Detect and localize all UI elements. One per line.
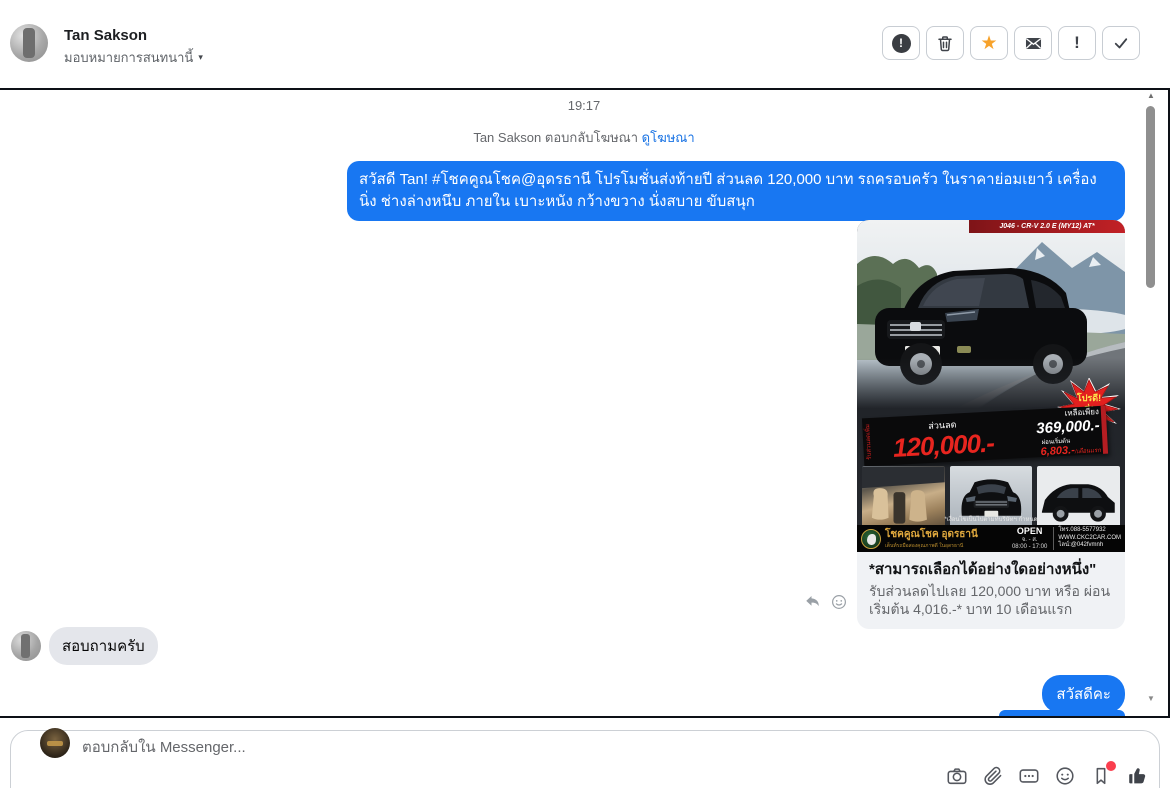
mark-spam-button[interactable]: ! [1058,26,1096,60]
customer-avatar[interactable] [11,631,41,661]
assign-conversation-dropdown[interactable]: มอบหมายการสนทนานี้ ▾ [64,47,203,68]
composer-toolbar [946,761,1148,787]
contact-name: Tan Sakson [64,27,148,44]
open-days: จ. - ส. [1021,536,1038,543]
remaining-block: เหลือเพียง 369,000.- ผ่อนเริ่มต้น 6,803.… [1010,406,1103,459]
open-label: OPEN [1016,526,1043,537]
message-thread: 19:17 Tan Sakson ตอบกลับโฆษณา ดูโฆษณา สว… [0,88,1170,718]
camera-icon[interactable] [946,765,968,787]
scroll-down-arrow-icon[interactable]: ▼ [1144,694,1158,703]
ad-model-tag: J046 - CR-V 2.0 E (MY12) AT* [969,220,1125,233]
star-icon: ★ [980,32,998,54]
ad-footer-bar: โชคคูณโชค อุดรธานี เต็นท์รถมือสองคุณภาพด… [857,525,1125,552]
reply-composer: ตอบกลับใน Messenger... [0,718,1170,788]
contact-avatar[interactable] [10,24,48,62]
ad-caption: *สามารถเลือกได้อย่างใดอย่างหนึ่ง" รับส่ว… [857,552,1125,630]
message-input-placeholder: ตอบกลับใน Messenger... [82,739,246,756]
report-button[interactable]: ! [882,26,920,60]
page-avatar [40,728,70,758]
contact-phone: โทร.088-5577932 [1058,526,1106,533]
dealer-contact: โทร.088-5577932 WWW.CKC2CAR.COM ไลน์:@04… [1053,526,1121,551]
gif-sticker-icon[interactable] [1018,765,1040,787]
dealer-info: โชคคูณโชค อุดรธานี เต็นท์รถมือสองคุณภาพด… [885,527,1008,550]
trash-icon [938,36,952,52]
ad-attachment-card[interactable]: J046 - CR-V 2.0 E (MY12) AT* โปรดี! ส่ง … [857,220,1125,630]
installment-suffix: /เดือนแรก [1074,448,1102,456]
open-hours: 08:00 - 17:00 [1011,543,1048,550]
burst-line1: โปรดี! [1076,392,1101,403]
timestamp: 19:17 [567,98,601,113]
conversation-header: Tan Sakson มอบหมายการสนทนานี้ ▾ ! ★ ! [0,0,1170,88]
emoji-icon[interactable] [1054,765,1076,787]
saved-replies-button[interactable] [1090,761,1116,787]
ad-caption-body: รับส่วนลดไปเลย 120,000 บาท หรือ ผ่อนเริ่… [869,582,1111,617]
like-icon[interactable] [1126,765,1148,787]
opening-hours: OPEN จ. - ส. 08:00 - 17:00 [1012,526,1049,550]
ad-image: J046 - CR-V 2.0 E (MY12) AT* โปรดี! ส่ง … [857,220,1125,552]
notification-dot [1106,761,1116,771]
mark-unread-button[interactable] [1014,26,1052,60]
emoji-react-icon[interactable] [830,593,848,611]
dealer-logo-icon [861,528,881,549]
delete-button[interactable] [926,26,964,60]
dealer-tagline: เต็นท์รถมือสองคุณภาพดี ในอุดรธานี [885,543,964,549]
star-button[interactable]: ★ [970,26,1008,60]
exclamation-icon: ! [1074,33,1080,52]
ad-reply-context: Tan Sakson ตอบกลับโฆษณา ดูโฆษณา [0,127,1168,148]
chevron-down-icon: ▾ [198,52,203,62]
conversation-actions-toolbar: ! ★ ! [882,26,1140,60]
customer-message-bubble[interactable]: สอบถามครับ [49,627,158,665]
check-icon [1114,38,1128,49]
ad-caption-title: *สามารถเลือกได้อย่างใดอย่างหนึ่ง" [869,561,1097,578]
messenger-inbox-window: Tan Sakson มอบหมายการสนทนานี้ ▾ ! ★ ! 19… [0,0,1170,788]
envelope-icon [1025,37,1041,49]
customer-message-row: สอบถามครับ [11,627,158,665]
scroll-up-arrow-icon[interactable]: ▲ [1144,91,1158,100]
agent-reply-bubble[interactable]: สวัสดีคะ [1042,675,1125,713]
ad-reply-text: Tan Sakson ตอบกลับโฆษณา [473,130,642,145]
attachment-icon[interactable] [982,765,1004,787]
ad-disclaimer: *เงื่อนไขเป็นไปตามที่บริษัทฯ กำหนด [944,517,1038,523]
discount-block: ส่วนลด 120,000.- [874,411,1012,466]
reply-icon[interactable] [804,593,822,611]
discount-value: 120,000.- [892,427,995,463]
assign-conversation-label: มอบหมายการสนทนานี้ [64,50,194,65]
contact-line: ไลน์:@042fvmnh [1058,542,1104,549]
chat-scrollbar: ▲ ▼ [1144,90,1158,716]
promo-message-bubble[interactable]: สวัสดี Tan! #โชคคูณโชค@อุดรธานี โปรโมชั่… [347,161,1125,221]
partial-message-bubble[interactable] [999,710,1125,716]
scrollbar-thumb[interactable] [1146,106,1155,288]
dealer-name: โชคคูณโชค อุดรธานี [885,529,978,540]
report-icon: ! [891,33,911,53]
view-ad-link[interactable]: ดูโฆษณา [642,130,695,145]
mark-done-button[interactable] [1102,26,1140,60]
message-hover-actions [804,593,848,611]
